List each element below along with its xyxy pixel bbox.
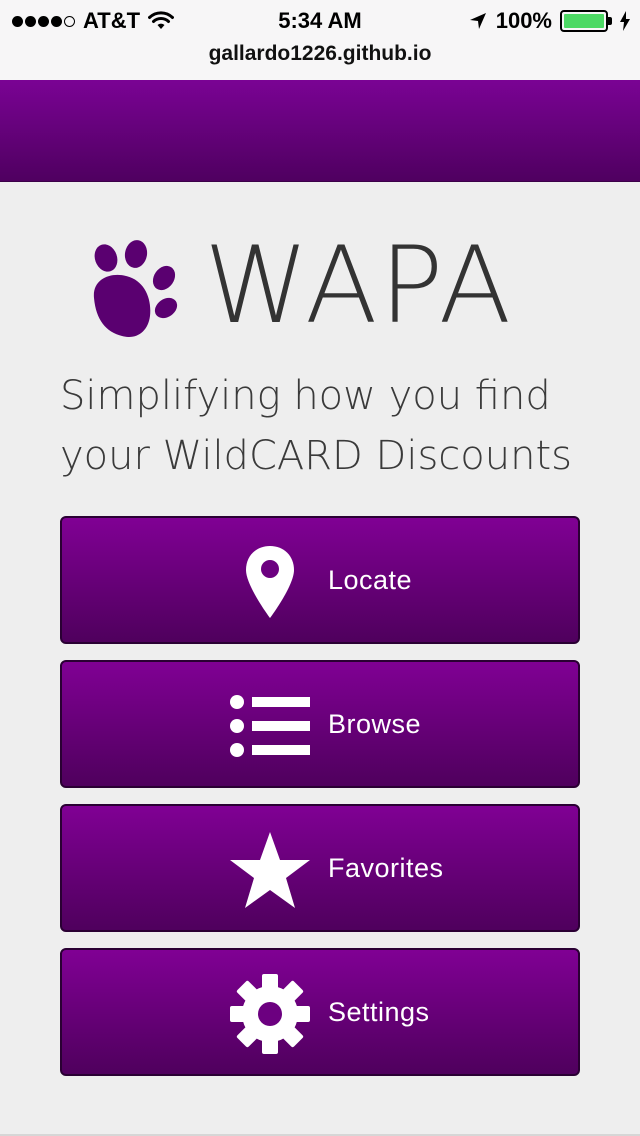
favorites-button[interactable]: Favorites	[60, 804, 580, 932]
list-icon	[228, 686, 312, 766]
tagline-line-1: Simplifying how you find	[60, 373, 551, 419]
location-arrow-icon	[469, 13, 486, 29]
app-title: WAPA	[204, 224, 514, 347]
settings-button-label: Settings	[328, 997, 430, 1027]
status-bar: AT&T 5:34 AM 100% gallardo1226.github.io	[0, 0, 640, 80]
browse-button-label: Browse	[328, 709, 422, 739]
locate-button-label: Locate	[328, 565, 413, 595]
browse-button[interactable]: Browse	[60, 660, 580, 788]
star-icon	[228, 830, 312, 910]
app-header	[0, 80, 640, 182]
status-right: 100%	[468, 6, 630, 36]
favorites-button-label: Favorites	[328, 853, 444, 883]
tagline: Simplifying how you find your WildCARD D…	[60, 366, 600, 486]
main-menu: Locate Browse Favorites Settings	[60, 516, 580, 1092]
settings-button[interactable]: Settings	[60, 948, 580, 1076]
charging-bolt-icon	[620, 11, 630, 31]
map-pin-icon	[228, 542, 312, 622]
url-bar[interactable]: gallardo1226.github.io	[0, 40, 640, 68]
gear-icon	[228, 974, 312, 1054]
battery-icon	[560, 10, 612, 32]
battery-percent: 100%	[495, 8, 552, 33]
paw-print-icon	[93, 240, 178, 338]
locate-button[interactable]: Locate	[60, 516, 580, 644]
tagline-line-2: your WildCARD Discounts	[60, 433, 572, 479]
